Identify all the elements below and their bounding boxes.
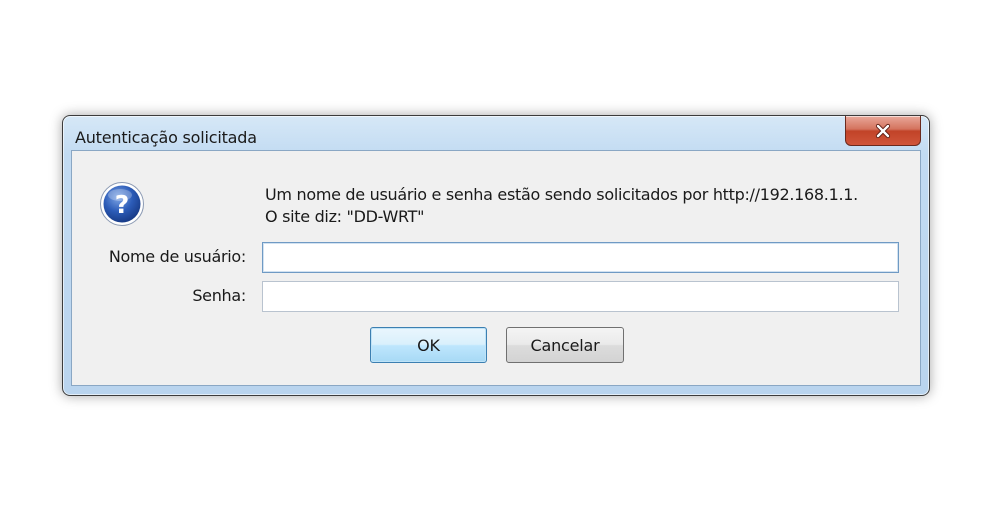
username-label: Nome de usuário: <box>108 247 246 266</box>
auth-dialog-window: Autenticação solicitada ? Um nome de usu… <box>62 115 930 396</box>
dialog-title: Autenticação solicitada <box>75 128 257 147</box>
cancel-button[interactable]: Cancelar <box>506 327 624 363</box>
close-icon <box>875 123 891 138</box>
ok-button[interactable]: OK <box>370 327 487 363</box>
dialog-body: ? Um nome de usuário e senha estão sendo… <box>71 150 921 386</box>
message-line-2: O site diz: "DD-WRT" <box>265 207 425 226</box>
title-bar[interactable]: Autenticação solicitada <box>63 116 929 150</box>
password-input[interactable] <box>262 281 899 312</box>
message-line-1: Um nome de usuário e senha estão sendo s… <box>265 185 858 204</box>
username-input[interactable] <box>262 242 899 273</box>
close-button[interactable] <box>845 116 921 146</box>
question-icon: ? <box>100 182 144 226</box>
password-label: Senha: <box>192 286 246 305</box>
auth-message: Um nome de usuário e senha estão sendo s… <box>265 184 858 228</box>
svg-text:?: ? <box>115 190 130 219</box>
